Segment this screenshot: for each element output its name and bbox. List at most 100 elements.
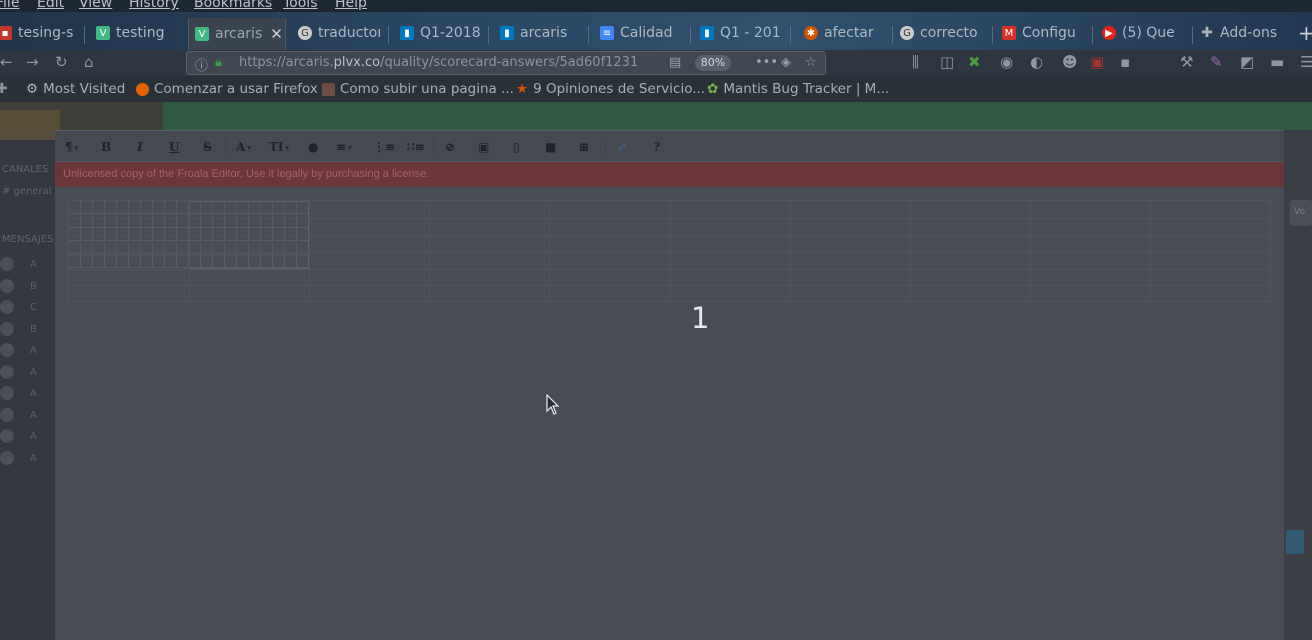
table-icon[interactable]: ⊞ [579,138,589,156]
tab-5[interactable]: ▮ arcaris [500,20,580,46]
sidebar-contact[interactable]: B [0,320,55,338]
sidebar-contact[interactable]: A [0,427,55,445]
pocket-icon[interactable]: ◈ [781,55,791,70]
tab-12[interactable]: ✚ Add-ons [1200,20,1290,46]
sidebar-contact[interactable]: A [0,255,55,273]
paragraph-format-button[interactable]: ¶ ▾ [65,138,78,156]
italic-button[interactable]: I [137,138,143,156]
sidebar-contact[interactable]: B [0,277,55,295]
address-bar[interactable]: ⓘ 🔒︎ https://arcaris.plvx.co/quality/sco… [186,51,826,75]
fullscreen-icon[interactable]: ⤢ [617,138,627,156]
bookmark-firefox[interactable]: Comenzar a usar Firefox [136,81,318,97]
sidebar-contact[interactable]: A [0,363,55,381]
zoom-level-badge[interactable]: 80% [695,55,731,71]
font-size-button[interactable]: TI ▾ [269,138,289,156]
table-size-cell[interactable] [129,255,141,268]
home-icon[interactable]: ⌂ [84,53,94,71]
tab-10[interactable]: M Configu [1002,20,1090,46]
close-tab-icon[interactable]: ✕ [270,25,283,43]
table-size-cell[interactable] [129,201,141,214]
table-size-cell[interactable] [117,214,129,228]
table-size-cell[interactable] [141,214,153,228]
right-panel-blue-button[interactable] [1286,530,1304,554]
table-size-cell[interactable] [153,201,165,214]
extension-icon[interactable]: ✖ [968,53,981,71]
extension-icon[interactable]: ▬ [1270,53,1284,71]
table-size-cell[interactable] [165,255,177,268]
table-size-cell[interactable] [69,255,81,268]
right-panel-button[interactable]: Vo [1290,200,1312,226]
table-size-cell[interactable] [69,201,81,214]
extension-icon[interactable]: ⚒ [1180,53,1193,71]
table-size-cell[interactable] [105,201,117,214]
tab-9[interactable]: Gcorrecto [900,20,988,46]
tab-6[interactable]: ≡ Calidad [600,20,682,46]
back-icon[interactable]: ← [0,53,13,71]
ordered-list-icon[interactable]: ⋮≡ [373,138,395,156]
align-button[interactable]: ≡ ▾ [336,138,352,156]
editor-table[interactable] [68,200,1271,302]
library-icon[interactable]: ⫼ [912,53,919,71]
table-size-cell[interactable] [177,255,189,268]
sidebar-icon[interactable]: ◫ [940,53,954,71]
table-size-cell[interactable] [81,201,93,214]
image-icon[interactable]: ▣ [478,138,489,156]
table-size-cell[interactable] [117,255,129,268]
sidebar-contact[interactable]: A [0,406,55,424]
link-icon[interactable]: ⊘ [445,138,455,156]
help-icon[interactable]: ? [653,138,660,156]
menu-help[interactable]: Help [335,0,367,11]
tab-4[interactable]: ▮ Q1-2018 [400,20,480,46]
bookmark-opiniones[interactable]: ★ 9 Opiniones de Servicio... [516,81,705,97]
table-size-cell[interactable] [153,214,165,228]
sidebar-channel-general[interactable]: # general [2,186,52,197]
extension-icon[interactable]: ☻ [1062,53,1078,71]
url-text[interactable]: https://arcaris.plvx.co/quality/scorecar… [239,55,638,70]
bold-button[interactable]: B [101,138,111,156]
menu-edit[interactable]: Edit [37,0,64,11]
table-size-cell[interactable] [105,214,117,228]
license-warning-text[interactable]: Unlicensed copy of the Froala Editor. Us… [63,168,429,180]
table-size-cell[interactable] [141,255,153,268]
table-size-cell[interactable] [129,214,141,228]
tab-11[interactable]: ▶ (5) Que [1102,20,1188,46]
menu-bookmarks[interactable]: Bookmarks [194,0,272,11]
menu-file[interactable]: File [0,0,19,11]
table-size-cell[interactable] [165,214,177,228]
sidebar-contact[interactable]: C [0,298,55,316]
tab-7[interactable]: ▮ Q1 - 201 [700,20,782,46]
table-size-cell[interactable] [177,201,189,214]
table-size-cell[interactable] [105,255,117,268]
tab-0[interactable]: ▪ tesing-s [0,20,74,46]
tab-8[interactable]: ✱ afectar [804,20,890,46]
table-size-cell[interactable] [177,214,189,228]
sidebar-contact[interactable]: A [0,384,55,402]
new-tab-button[interactable]: + [1298,20,1312,46]
reload-icon[interactable]: ↻ [55,53,68,71]
table-size-cell[interactable] [165,201,177,214]
reader-view-icon[interactable]: ▤ [669,55,681,70]
table-size-cell[interactable] [81,255,93,268]
color-icon[interactable]: ● [308,138,318,156]
video-icon[interactable]: ■ [545,138,556,156]
table-size-cell[interactable] [93,201,105,214]
table-size-cell[interactable] [93,255,105,268]
table-size-cell[interactable] [81,214,93,228]
extension-icon[interactable]: ▪ [1120,53,1130,71]
strikethrough-button[interactable]: S [203,138,212,156]
table-size-cell[interactable] [69,214,81,228]
menu-view[interactable]: View [79,0,112,11]
sidebar-contact[interactable]: A [0,449,55,467]
extension-icon[interactable]: ✎ [1210,53,1223,71]
table-size-cell[interactable] [141,201,153,214]
underline-button[interactable]: U [169,138,179,156]
info-icon[interactable]: ⓘ [195,55,208,74]
tab-1[interactable]: Vtesting [96,20,176,46]
forward-icon[interactable]: → [26,53,39,71]
table-size-cell[interactable] [153,255,165,268]
page-actions-icon[interactable]: ••• [755,55,778,70]
menu-history[interactable]: History [129,0,179,11]
extension-icon[interactable]: ◐ [1030,53,1043,71]
extension-icon[interactable]: ▣ [1090,53,1104,71]
unordered-list-icon[interactable]: ∷≡ [407,138,425,156]
